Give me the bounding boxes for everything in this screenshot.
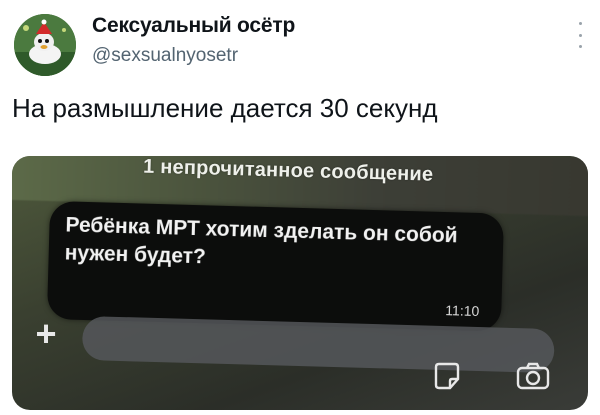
author-handle[interactable]: @sexsualnyosetr <box>92 45 238 67</box>
more-vertical-icon[interactable] <box>574 22 586 48</box>
tweet-photo[interactable]: 1 непрочитанное сообщение Ребёнка МРТ хо… <box>12 156 588 410</box>
tweet-text: На размышление дается 30 секунд <box>12 93 438 123</box>
sticker-icon <box>434 362 460 390</box>
photo-content: 1 непрочитанное сообщение Ребёнка МРТ хо… <box>12 156 588 410</box>
avatar-image <box>14 14 76 76</box>
message-bubble: Ребёнка МРТ хотим зделать он собой нужен… <box>46 200 505 332</box>
more-dot <box>578 22 582 25</box>
author-display-name[interactable]: Сексуальный осётр <box>92 14 295 38</box>
more-dot <box>578 45 582 48</box>
more-dot <box>578 33 582 37</box>
avatar[interactable] <box>14 14 76 76</box>
camera-icon <box>516 362 550 390</box>
tweet-card: Сексуальный осётр @sexsualnyosetr На раз… <box>0 0 600 415</box>
message-time: 11:10 <box>445 302 480 320</box>
plus-icon: + <box>35 313 57 354</box>
message-text: Ребёнка МРТ хотим зделать он собой нужен… <box>64 213 458 269</box>
